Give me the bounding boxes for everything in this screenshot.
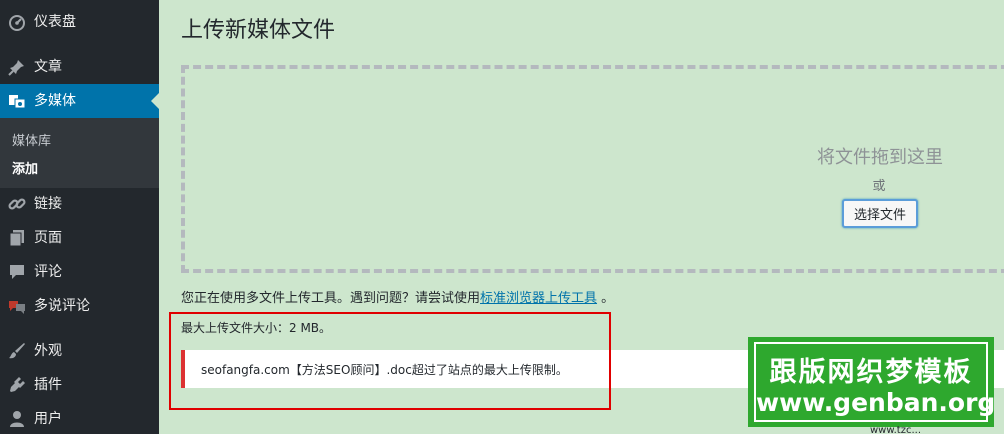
- active-indicator: [151, 93, 159, 109]
- watermark-url: www.genban.org: [756, 388, 996, 417]
- sidebar-item-label: 多媒体: [34, 93, 76, 109]
- sidebar-item-label: 多说评论: [34, 298, 90, 314]
- uploader-notice: 您正在使用多文件上传工具。遇到问题？请尝试使用标准浏览器上传工具 。: [181, 287, 614, 306]
- sidebar-item-label: 链接: [34, 196, 62, 212]
- brush-icon: [9, 343, 25, 359]
- pin-icon: [8, 60, 24, 76]
- sidebar-item-appearance[interactable]: 外观: [0, 334, 159, 368]
- submenu-item-add[interactable]: 添加: [12, 158, 38, 177]
- sidebar-item-label: 页面: [34, 230, 62, 246]
- sidebar-item-pages[interactable]: 页面: [0, 221, 159, 255]
- watermark-logo: 跟版网织梦模板 www.genban.org: [748, 337, 996, 427]
- watermark-title: 跟版网织梦模板: [769, 357, 973, 388]
- page-icon: [9, 230, 24, 247]
- sidebar-item-label: 插件: [34, 377, 62, 393]
- sidebar-item-posts[interactable]: 文章: [0, 50, 159, 84]
- media-icon: [9, 95, 26, 109]
- sidebar-item-label: 评论: [34, 264, 62, 280]
- sidebar-item-media[interactable]: 多媒体: [0, 84, 159, 118]
- select-files-button[interactable]: 选择文件: [842, 199, 918, 228]
- sidebar-item-label: 外观: [34, 343, 62, 359]
- browser-uploader-link[interactable]: 标准浏览器上传工具: [480, 291, 597, 306]
- sidebar-item-label: 仪表盘: [34, 14, 76, 30]
- sidebar-item-links[interactable]: 链接: [0, 187, 159, 221]
- watermark-frame: 跟版网织梦模板 www.genban.org: [754, 342, 996, 422]
- drop-zone[interactable]: [181, 65, 1004, 273]
- link-icon: [8, 198, 26, 210]
- sidebar-item-duoshuo[interactable]: 多说评论: [0, 289, 159, 323]
- notice-suffix: 。: [597, 291, 615, 306]
- dashboard-icon: [9, 15, 25, 31]
- media-submenu: 媒体库 添加: [0, 118, 159, 188]
- sidebar-item-plugins[interactable]: 插件: [0, 368, 159, 402]
- comment-icon: [10, 265, 24, 279]
- highlight-frame: [169, 312, 611, 410]
- watermark-tail: www.tzc...: [870, 425, 922, 434]
- admin-sidebar: 仪表盘 文章 多媒体 媒体库 添加 链接 页面 评论 多说评论 外观 插件 用户: [0, 0, 159, 434]
- sidebar-item-users[interactable]: 用户: [0, 402, 159, 434]
- plugin-icon: [10, 377, 25, 392]
- submenu-item-library[interactable]: 媒体库: [12, 130, 51, 149]
- sidebar-item-dashboard[interactable]: 仪表盘: [0, 5, 159, 39]
- duoshuo-icon: [9, 301, 25, 314]
- page-title: 上传新媒体文件: [181, 18, 336, 43]
- sidebar-item-label: 用户: [34, 411, 62, 427]
- sidebar-item-label: 文章: [34, 59, 62, 75]
- drop-or-text: 或: [872, 179, 886, 194]
- user-icon: [10, 411, 24, 427]
- sidebar-item-comments[interactable]: 评论: [0, 255, 159, 289]
- drop-info-text: 将文件拖到这里: [817, 147, 943, 168]
- notice-text: 您正在使用多文件上传工具。遇到问题？请尝试使用: [181, 291, 481, 306]
